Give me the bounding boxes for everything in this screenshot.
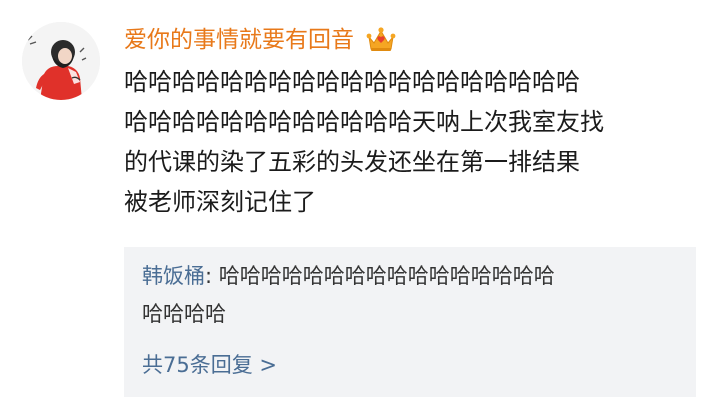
comment-text-line: 哈哈哈哈哈哈哈哈哈哈哈哈哈哈哈哈哈哈哈 [124,68,580,96]
crown-icon [360,26,396,54]
avatar[interactable] [22,22,100,100]
reply-author-link[interactable]: 韩饭桶 [142,264,205,288]
comment-text: 哈哈哈哈哈哈哈哈哈哈哈哈哈哈哈哈哈哈哈 哈哈哈哈哈哈哈哈哈哈哈哈天呐上次我室友找… [124,62,690,222]
reply-item[interactable]: 韩饭桶: 哈哈哈哈哈哈哈哈哈哈哈哈哈哈哈哈 哈哈哈哈 [142,257,682,333]
comment-text-line: 哈哈哈哈哈哈哈哈哈哈哈哈天呐上次我室友找 [124,108,604,136]
reply-text: 哈哈哈哈哈哈哈哈哈哈哈哈哈哈哈哈 [218,264,555,288]
username-link[interactable]: 爱你的事情就要有回音 [124,22,354,58]
comment-header: 爱你的事情就要有回音 [124,22,396,58]
reply-separator: : [205,264,219,288]
reply-first-line: 韩饭桶: 哈哈哈哈哈哈哈哈哈哈哈哈哈哈哈哈 [142,257,682,295]
comment-item: 爱你的事情就要有回音 哈哈哈哈哈哈哈哈哈哈哈哈哈哈哈哈哈哈哈 哈哈哈哈哈哈哈哈哈… [0,0,720,412]
view-all-replies-link[interactable]: 共75条回复 > [142,346,277,384]
avatar-image [22,22,100,100]
comment-text-line: 被老师深刻记住了 [124,188,316,216]
reply-text-continued: 哈哈哈哈 [142,302,226,326]
comment-text-line: 的代课的染了五彩的头发还坐在第一排结果 [124,148,580,176]
replies-panel: 韩饭桶: 哈哈哈哈哈哈哈哈哈哈哈哈哈哈哈哈 哈哈哈哈 共75条回复 > [124,247,696,397]
